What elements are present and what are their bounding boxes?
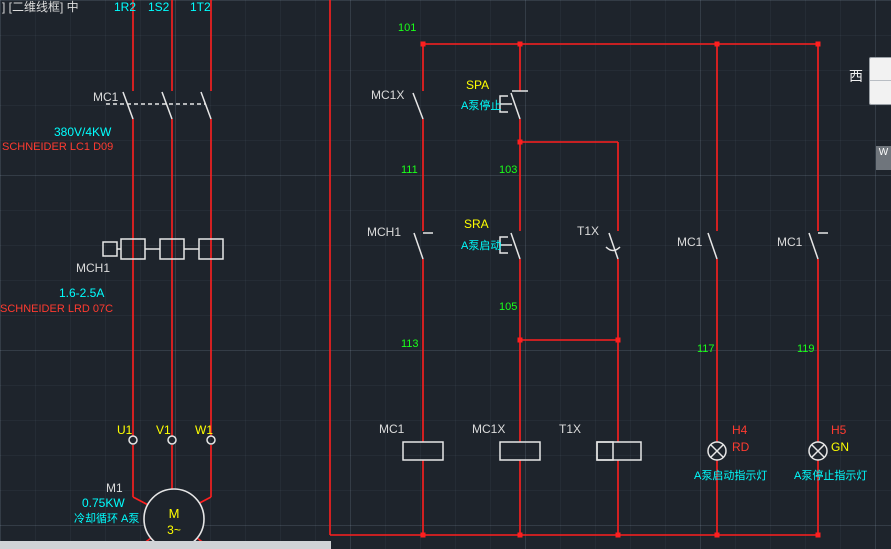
lamp-h4-symbol xyxy=(708,442,726,460)
motor-phase-glyph: 3~ xyxy=(167,523,181,537)
command-window-edge[interactable] xyxy=(0,541,331,549)
wire-junction-dots xyxy=(421,42,821,538)
phase-label-1s2: 1S2 xyxy=(148,1,169,14)
motor-power-label: 0.75KW xyxy=(82,497,125,510)
contact-t1x-label: T1X xyxy=(577,225,599,238)
wire-number-117: 117 xyxy=(697,343,715,355)
button-sra-label: SRA xyxy=(464,218,489,231)
viewport-control[interactable]: ] [二维线框] 中 xyxy=(2,1,79,14)
power-rating-label: 380V/4KW xyxy=(54,126,111,139)
terminal-u1-label: U1 xyxy=(117,424,132,437)
motor-name-label: M1 xyxy=(106,482,123,495)
button-spa-desc: A泵停止 xyxy=(461,100,501,112)
thermal-relay-mch1-symbol xyxy=(103,239,223,259)
motor-terminal-circles xyxy=(129,436,215,444)
contact-mc1-aux1-label: MC1 xyxy=(677,236,702,249)
contact-mch1-label: MCH1 xyxy=(367,226,401,239)
contact-mc1-aux2-label: MC1 xyxy=(777,236,802,249)
coil-mc1x-label: MC1X xyxy=(472,423,505,436)
contact-t1x-symbol xyxy=(606,233,620,259)
coil-mc1-label: MC1 xyxy=(379,423,404,436)
wire-number-111: 111 xyxy=(401,164,418,176)
thermal-rating-label: 1.6-2.5A xyxy=(59,287,104,300)
stop-button-spa-symbol xyxy=(500,91,528,119)
contact-mc1-aux2-symbol xyxy=(809,233,828,259)
terminal-v1-label: V1 xyxy=(156,424,171,437)
coil-mc1x-symbol xyxy=(500,442,540,460)
viewcube-divider xyxy=(870,80,891,81)
thermal-relay-mch1-label: MCH1 xyxy=(76,262,110,275)
drawing-canvas[interactable]: M 3~ xyxy=(0,0,891,549)
coil-mc1-symbol xyxy=(403,442,443,460)
phase-label-1r2: 1R2 xyxy=(114,1,136,14)
contact-mc1x-label: MC1X xyxy=(371,89,404,102)
wire-number-105: 105 xyxy=(499,301,517,313)
side-panel-partial[interactable]: W xyxy=(876,146,891,170)
button-sra-desc: A泵启动 xyxy=(461,240,501,252)
contact-mc1x-symbol xyxy=(413,93,423,119)
motor-m-glyph: M xyxy=(169,506,180,521)
lamp-h5-name: H5 xyxy=(831,424,846,437)
terminal-w1-label: W1 xyxy=(195,424,213,437)
wire-number-119: 119 xyxy=(797,343,815,355)
start-button-sra-symbol xyxy=(500,233,520,259)
wire-number-101: 101 xyxy=(398,22,416,34)
coil-t1x-timer-symbol xyxy=(597,442,641,460)
lamp-h5-code: GN xyxy=(831,441,849,454)
phase-label-1t2: 1T2 xyxy=(190,1,211,14)
lamp-h4-desc: A泵启动指示灯 xyxy=(694,470,767,482)
motor-symbol: M 3~ xyxy=(144,489,204,549)
contact-mch1-symbol xyxy=(414,233,433,259)
lamp-h5-desc: A泵停止指示灯 xyxy=(794,470,867,482)
lamp-h5-symbol xyxy=(809,442,827,460)
contactor-mc1-symbol xyxy=(106,92,211,119)
wire-number-103: 103 xyxy=(499,164,517,176)
contact-mc1-aux1-symbol xyxy=(708,233,717,259)
contactor-mc1-label: MC1 xyxy=(93,91,118,104)
cad-application-window: 冷却循环 A泵 xyxy=(0,0,891,549)
lamp-h4-name: H4 xyxy=(732,424,747,437)
viewcube-compass-west-label[interactable]: 西 xyxy=(849,69,863,84)
power-phase-wires xyxy=(133,0,212,549)
coil-t1x-label: T1X xyxy=(559,423,581,436)
contactor-model-label: SCHNEIDER LC1 D09 xyxy=(2,141,113,153)
viewcube-partial[interactable] xyxy=(869,57,891,105)
side-panel-label: W xyxy=(879,147,888,158)
thermal-model-label: SCHNEIDER LRD 07C xyxy=(0,303,113,315)
lamp-h4-code: RD xyxy=(732,441,749,454)
button-spa-label: SPA xyxy=(466,79,489,92)
wire-number-113: 113 xyxy=(401,338,419,350)
